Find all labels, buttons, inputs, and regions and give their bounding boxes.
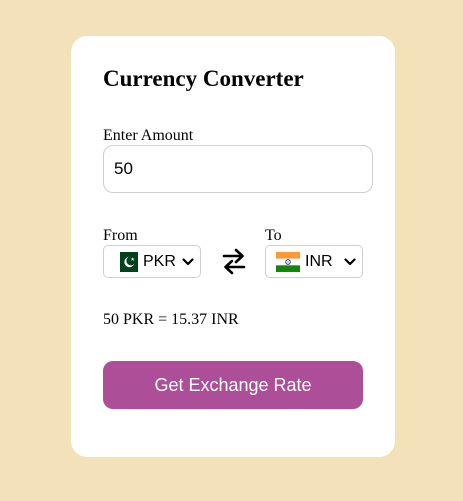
page-title: Currency Converter [103,66,304,91]
converter-card: Currency Converter Enter Amount From PKR… [71,36,395,457]
get-exchange-rate-button[interactable]: Get Exchange Rate [103,361,363,409]
amount-input[interactable] [103,145,373,193]
chevron-down-icon [344,257,356,265]
india-flag-icon [276,251,300,272]
to-label: To [265,227,282,244]
from-currency-select[interactable]: PKR [103,245,201,278]
swap-arrows-icon[interactable] [221,247,247,275]
pakistan-flag-icon [114,251,138,272]
amount-label: Enter Amount [103,127,194,144]
from-label: From [103,227,138,244]
exchange-rate-result: 50 PKR = 15.37 INR [103,311,239,328]
from-currency-code: PKR [143,252,176,270]
chevron-down-icon [182,257,194,265]
to-currency-select[interactable]: INR [265,245,363,278]
to-currency-code: INR [305,252,333,270]
